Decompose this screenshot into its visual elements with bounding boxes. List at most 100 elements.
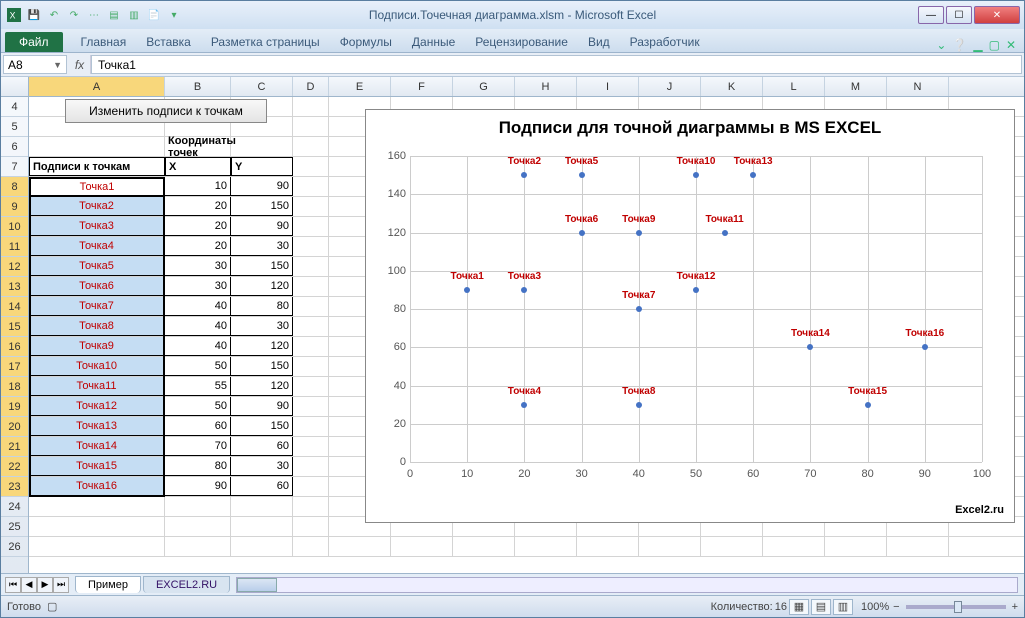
col-header-L[interactable]: L [763, 77, 825, 96]
cell[interactable]: Точка13 [29, 417, 165, 436]
cell[interactable] [701, 537, 763, 556]
cell[interactable]: 120 [231, 337, 293, 356]
macro-button[interactable]: Изменить подписи к точкам [65, 99, 267, 123]
excel-app-icon[interactable]: X [5, 6, 23, 24]
col-header-G[interactable]: G [453, 77, 515, 96]
qat-btn-5[interactable]: ▤ [105, 6, 123, 24]
tab-nav-last-icon[interactable]: ⏭ [53, 577, 69, 593]
cells-area[interactable]: Координаты точекПодписи к точкамXYТочка1… [29, 97, 1024, 573]
cell[interactable]: 40 [165, 337, 231, 356]
tab-nav-first-icon[interactable]: ⏮ [5, 577, 21, 593]
chart-point[interactable] [722, 230, 728, 236]
cell[interactable]: 150 [231, 357, 293, 376]
row-header[interactable]: 26 [1, 537, 28, 557]
undo-icon[interactable]: ↶ [45, 6, 63, 24]
cell[interactable] [231, 497, 293, 516]
col-header-N[interactable]: N [887, 77, 949, 96]
chart-point[interactable] [922, 344, 928, 350]
cell[interactable] [231, 137, 293, 156]
maximize-button[interactable]: ☐ [946, 6, 972, 24]
cell[interactable] [293, 117, 329, 136]
macro-record-icon[interactable]: ▢ [47, 600, 57, 613]
cell[interactable] [293, 357, 329, 376]
qat-dropdown-icon[interactable]: ▾ [165, 6, 183, 24]
cell[interactable]: Точка7 [29, 297, 165, 316]
col-header-F[interactable]: F [391, 77, 453, 96]
cell[interactable]: Подписи к точкам [29, 157, 165, 176]
row-header[interactable]: 10 [1, 217, 28, 237]
horizontal-scroll-thumb[interactable] [237, 578, 277, 592]
cell[interactable]: 80 [165, 457, 231, 476]
chart-point[interactable] [579, 230, 585, 236]
cell[interactable]: Точка14 [29, 437, 165, 456]
cell[interactable]: 30 [231, 237, 293, 256]
cell[interactable]: 10 [165, 177, 231, 196]
redo-icon[interactable]: ↷ [65, 6, 83, 24]
chart-point[interactable] [865, 402, 871, 408]
row-header[interactable]: 17 [1, 357, 28, 377]
cell[interactable] [293, 377, 329, 396]
row-header[interactable]: 16 [1, 337, 28, 357]
cell[interactable] [293, 257, 329, 276]
cell[interactable]: Точка3 [29, 217, 165, 236]
ribbon-tab-developer[interactable]: Разработчик [620, 32, 710, 52]
row-header[interactable]: 23 [1, 477, 28, 497]
cell[interactable] [293, 457, 329, 476]
cell[interactable]: Точка12 [29, 397, 165, 416]
cell[interactable]: 40 [165, 297, 231, 316]
chart-object[interactable]: Подписи для точной диаграммы в MS EXCEL … [365, 109, 1015, 523]
col-header-I[interactable]: I [577, 77, 639, 96]
view-normal-icon[interactable]: ▦ [789, 599, 809, 615]
col-header-H[interactable]: H [515, 77, 577, 96]
cell[interactable]: Точка4 [29, 237, 165, 256]
cell[interactable]: Точка5 [29, 257, 165, 276]
chart-point[interactable] [521, 172, 527, 178]
cell[interactable]: 20 [165, 217, 231, 236]
zoom-in-button[interactable]: + [1012, 601, 1018, 613]
zoom-slider[interactable] [906, 605, 1006, 609]
row-header[interactable]: 7 [1, 157, 28, 177]
minimize-button[interactable]: — [918, 6, 944, 24]
file-tab[interactable]: Файл [5, 32, 63, 52]
cell[interactable] [293, 277, 329, 296]
qat-btn-4[interactable]: ⋯ [85, 6, 103, 24]
chart-point[interactable] [693, 172, 699, 178]
row-header[interactable]: 14 [1, 297, 28, 317]
qat-btn-7[interactable]: 📄 [145, 6, 163, 24]
cell[interactable] [453, 537, 515, 556]
row-header[interactable]: 21 [1, 437, 28, 457]
cell[interactable] [887, 537, 949, 556]
cell[interactable]: 40 [165, 317, 231, 336]
ribbon-tab-review[interactable]: Рецензирование [465, 32, 578, 52]
cell[interactable] [293, 137, 329, 156]
cell[interactable] [577, 537, 639, 556]
cell[interactable]: 30 [165, 277, 231, 296]
ribbon-tab-formulas[interactable]: Формулы [330, 32, 402, 52]
cell[interactable] [293, 217, 329, 236]
cell[interactable]: Координаты точек [165, 137, 231, 156]
cell[interactable]: 50 [165, 357, 231, 376]
cell[interactable] [293, 177, 329, 196]
cell[interactable]: 120 [231, 377, 293, 396]
chart-point[interactable] [521, 287, 527, 293]
cell[interactable] [29, 497, 165, 516]
cell[interactable]: 90 [231, 217, 293, 236]
row-header[interactable]: 4 [1, 97, 28, 117]
col-header-D[interactable]: D [293, 77, 329, 96]
row-header[interactable]: 12 [1, 257, 28, 277]
ribbon-window-min-icon[interactable]: ▁ [973, 38, 982, 52]
cell[interactable]: 80 [231, 297, 293, 316]
cell[interactable]: 120 [231, 277, 293, 296]
col-header-J[interactable]: J [639, 77, 701, 96]
tab-nav-prev-icon[interactable]: ◀ [21, 577, 37, 593]
row-header[interactable]: 11 [1, 237, 28, 257]
cell[interactable]: 90 [165, 477, 231, 496]
cell[interactable] [763, 537, 825, 556]
cell[interactable]: 30 [231, 317, 293, 336]
row-header[interactable]: 9 [1, 197, 28, 217]
cell[interactable]: Точка10 [29, 357, 165, 376]
cell[interactable] [29, 137, 165, 156]
col-header-A[interactable]: A [29, 77, 165, 96]
cell[interactable] [293, 97, 329, 116]
cell[interactable]: 150 [231, 417, 293, 436]
